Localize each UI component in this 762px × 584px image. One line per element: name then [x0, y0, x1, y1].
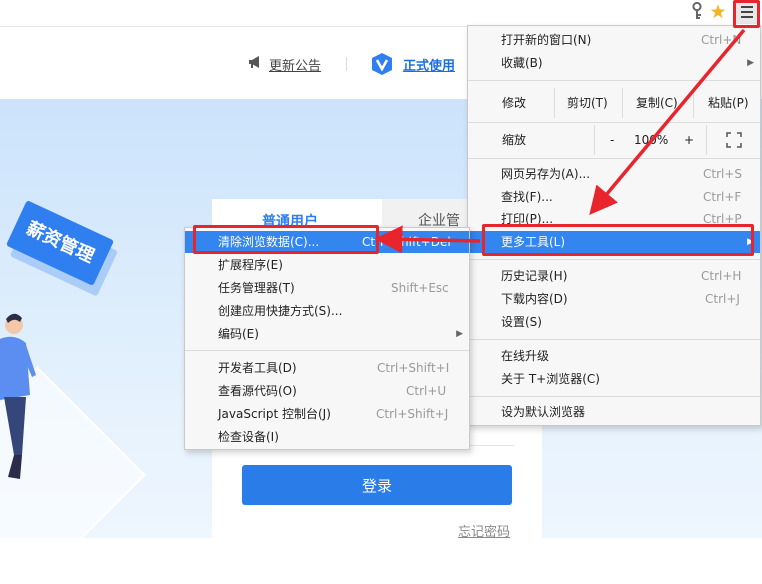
zoom-out-button[interactable]: -	[610, 125, 614, 155]
key-icon[interactable]	[688, 1, 706, 22]
cut-button[interactable]: 剪切(T)	[567, 88, 608, 118]
annotation-box-more-tools	[482, 224, 754, 256]
menu-item-save-as[interactable]: 网页另存为(A)... Ctrl+S	[468, 163, 760, 185]
browser-toolbar	[0, 0, 762, 27]
zoom-value: 100%	[634, 133, 669, 147]
submenu-item-js-console[interactable]: JavaScript 控制台(J) Ctrl+Shift+J	[185, 403, 469, 425]
more-tools-submenu: 清除浏览数据(C)... Ctrl+Shift+Del 扩展程序(E) 任务管理…	[184, 227, 470, 450]
submenu-item-encoding[interactable]: 编码(E) ▶	[185, 323, 469, 345]
paste-button[interactable]: 粘贴(P)	[708, 88, 749, 118]
submenu-item-create-shortcut[interactable]: 创建应用快捷方式(S)...	[185, 300, 469, 322]
person-illustration	[0, 305, 40, 485]
menu-item-about[interactable]: 关于 T+浏览器(C)	[468, 368, 760, 390]
copy-button[interactable]: 复制(C)	[636, 88, 678, 118]
star-icon[interactable]: ★	[707, 1, 729, 23]
zoom-in-button[interactable]: +	[684, 125, 694, 155]
megaphone-icon	[248, 55, 264, 73]
menu-item-online-upgrade[interactable]: 在线升级	[468, 345, 760, 367]
menu-item-history[interactable]: 历史记录(H) Ctrl+H	[468, 265, 760, 287]
menu-item-settings[interactable]: 设置(S)	[468, 311, 760, 333]
edit-label: 修改	[502, 96, 527, 110]
chevron-right-icon: ▶	[747, 58, 754, 68]
submenu-item-view-source[interactable]: 查看源代码(O) Ctrl+U	[185, 380, 469, 402]
announcement-link[interactable]: 更新公告	[269, 55, 321, 74]
menu-item-set-default[interactable]: 设为默认浏览器	[468, 401, 760, 423]
forgot-password-link[interactable]: 忘记密码	[458, 521, 510, 540]
login-button[interactable]: 登录	[242, 465, 512, 505]
submenu-item-extensions[interactable]: 扩展程序(E)	[185, 254, 469, 276]
submenu-item-inspect-devices[interactable]: 检查设备(I)	[185, 426, 469, 448]
menu-item-downloads[interactable]: 下载内容(D) Ctrl+J	[468, 288, 760, 310]
zoom-label: 缩放	[502, 133, 527, 147]
header-divider	[346, 57, 347, 71]
fullscreen-icon[interactable]	[726, 132, 742, 148]
submenu-item-dev-tools[interactable]: 开发者工具(D) Ctrl+Shift+I	[185, 357, 469, 379]
menu-item-new-window[interactable]: 打开新的窗口(N) Ctrl+N	[468, 29, 760, 51]
chevron-right-icon: ▶	[456, 329, 463, 339]
official-use-link[interactable]: 正式使用	[403, 55, 455, 74]
menu-item-find[interactable]: 查找(F)... Ctrl+F	[468, 186, 760, 208]
submenu-item-task-manager[interactable]: 任务管理器(T) Shift+Esc	[185, 277, 469, 299]
site-header	[0, 27, 470, 99]
annotation-box-clear-data	[193, 225, 379, 254]
menu-item-favorites[interactable]: 收藏(B) ▶	[468, 52, 760, 74]
annotation-box-menu-button	[733, 0, 760, 28]
v-logo-icon	[370, 52, 394, 76]
